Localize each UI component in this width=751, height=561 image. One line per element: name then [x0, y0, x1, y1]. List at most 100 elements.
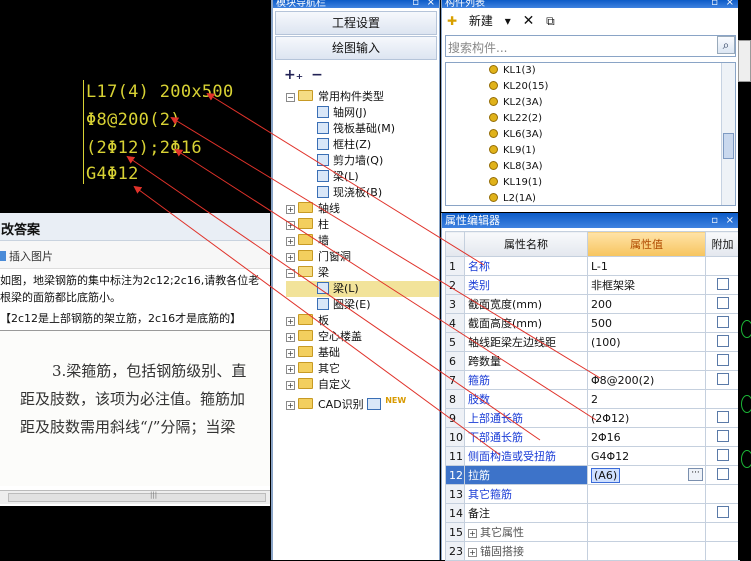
property-row-category[interactable]: 2 类别 非框架梁: [445, 275, 740, 295]
search-icon[interactable]: ⌕: [717, 36, 735, 54]
collapse-icon[interactable]: −: [286, 269, 295, 278]
ellipsis-button[interactable]: ···: [688, 468, 703, 481]
pin-icon[interactable]: ▫: [711, 213, 718, 228]
property-row-stirrup[interactable]: 7 箍筋 Φ8@200(2): [445, 370, 740, 390]
extra-checkbox[interactable]: [716, 353, 729, 366]
expand-icon[interactable]: +: [286, 381, 295, 390]
extra-checkbox[interactable]: [716, 277, 729, 290]
horizontal-scrollbar[interactable]: |||: [0, 490, 270, 504]
extra-checkbox[interactable]: [716, 315, 729, 328]
tree-node-hollow[interactable]: + 空心楼盖: [286, 329, 439, 345]
list-item[interactable]: KL8(3A): [446, 159, 735, 175]
extra-checkbox[interactable]: [716, 467, 729, 480]
tree-node-other[interactable]: + 其它: [286, 361, 439, 377]
extra-checkbox[interactable]: [716, 410, 729, 423]
collapse-icon[interactable]: −: [286, 93, 295, 102]
property-row-top-bars[interactable]: 9 上部通长筋 (2Φ12): [445, 408, 740, 428]
tree-item-shear-wall[interactable]: 剪力墙(Q): [286, 153, 439, 169]
property-group-anchorage[interactable]: 23 + 锚固搭接: [445, 541, 740, 561]
component-icon: [489, 81, 498, 90]
tree-item-slab[interactable]: 现浇板(B): [286, 185, 439, 201]
insert-image-button[interactable]: 插入图片: [9, 250, 53, 263]
scrollbar-thumb[interactable]: [723, 133, 734, 159]
extra-checkbox[interactable]: [716, 334, 729, 347]
list-item[interactable]: KL6(3A): [446, 127, 735, 143]
expand-icon[interactable]: +: [286, 205, 295, 214]
nav-title-bar: 模块导航栏 ▫ ×: [273, 0, 439, 8]
tree-node-wall[interactable]: + 墙: [286, 233, 439, 249]
property-row-bottom-bars[interactable]: 10 下部通长筋 2Φ16: [445, 427, 740, 447]
extra-checkbox[interactable]: [716, 296, 729, 309]
close-icon[interactable]: ×: [726, 0, 734, 8]
expand-icon[interactable]: +: [286, 365, 295, 374]
close-icon[interactable]: ×: [427, 0, 435, 8]
answer-line-2: 根梁的面筋都比底筋小。: [0, 291, 121, 304]
component-list-title: 构件列表: [445, 0, 485, 8]
tree-node-common[interactable]: − 常用构件类型: [286, 89, 439, 105]
property-row-legs[interactable]: 8 肢数 2: [445, 389, 740, 409]
expand-icon[interactable]: +: [286, 237, 295, 246]
extra-checkbox[interactable]: [716, 429, 729, 442]
delete-icon[interactable]: ✕: [523, 13, 535, 29]
list-item[interactable]: KL1(3): [446, 63, 735, 79]
tie-bars-value-input[interactable]: (A6): [591, 467, 621, 483]
close-icon[interactable]: ×: [726, 213, 734, 228]
property-group-other[interactable]: 15 + 其它属性: [445, 522, 740, 542]
list-item[interactable]: KL22(2): [446, 111, 735, 127]
expand-icon[interactable]: +: [286, 401, 295, 410]
expand-icon[interactable]: +: [286, 221, 295, 230]
property-row-width[interactable]: 3 截面宽度(mm) 200: [445, 294, 740, 314]
tree-item-beam[interactable]: 梁(L): [286, 169, 439, 185]
tree-node-beam[interactable]: − 梁: [286, 265, 439, 281]
project-settings-button[interactable]: 工程设置: [275, 11, 437, 35]
copy-icon[interactable]: ⧉: [546, 14, 555, 28]
collapse-all-icon[interactable]: −: [311, 67, 323, 83]
tree-node-door[interactable]: + 门窗洞: [286, 249, 439, 265]
tree-node-foundation[interactable]: + 基础: [286, 345, 439, 361]
property-row-side-bars[interactable]: 11 侧面构造或受扭筋 G4Φ12: [445, 446, 740, 466]
tree-node-axis[interactable]: + 轴线: [286, 201, 439, 217]
list-item[interactable]: KL20(15): [446, 79, 735, 95]
new-button[interactable]: ✚ 新建 ▾: [447, 14, 511, 28]
side-scroll-button[interactable]: [738, 40, 751, 82]
extra-checkbox[interactable]: [716, 372, 729, 385]
search-input[interactable]: 搜索构件...: [445, 35, 736, 57]
expand-all-icon[interactable]: +₊: [284, 67, 303, 83]
tree-node-slab[interactable]: + 板: [286, 313, 439, 329]
header-property-name: 属性名称: [464, 231, 588, 257]
list-item[interactable]: KL2(3A): [446, 95, 735, 111]
expand-icon[interactable]: +: [286, 317, 295, 326]
tree-item-axis-grid[interactable]: 轴网(J): [286, 105, 439, 121]
pin-icon[interactable]: ▫: [711, 0, 718, 8]
extra-checkbox[interactable]: [716, 448, 729, 461]
extra-checkbox[interactable]: [716, 505, 729, 518]
expand-icon[interactable]: +: [468, 548, 477, 557]
property-row-offset[interactable]: 5 轴线距梁左边线距 (100): [445, 332, 740, 352]
tree-node-cad[interactable]: + CAD识别 NEW: [286, 393, 439, 411]
tree-item-column[interactable]: 框柱(Z): [286, 137, 439, 153]
drawing-input-button[interactable]: 绘图输入: [275, 36, 437, 60]
pin-icon[interactable]: ▫: [412, 0, 419, 8]
expand-icon[interactable]: +: [286, 349, 295, 358]
expand-icon[interactable]: +: [286, 333, 295, 342]
list-item[interactable]: KL19(1): [446, 175, 735, 191]
vertical-scrollbar[interactable]: [721, 63, 735, 205]
tree-node-custom[interactable]: + 自定义: [286, 377, 439, 393]
list-item[interactable]: L2(1A): [446, 191, 735, 205]
property-row-span-count[interactable]: 6 跨数量: [445, 351, 740, 371]
property-row-height[interactable]: 4 截面高度(mm) 500: [445, 313, 740, 333]
answer-line-1: 如图，地梁钢筋的集中标注为2c12;2c16,请教各位老: [0, 274, 260, 287]
tree-item-raft[interactable]: 筏板基础(M): [286, 121, 439, 137]
expand-icon[interactable]: +: [468, 529, 477, 538]
list-item[interactable]: KL9(1): [446, 143, 735, 159]
property-row-other-stirrups[interactable]: 13 其它箍筋: [445, 484, 740, 504]
scrollbar-thumb[interactable]: [8, 493, 266, 502]
property-row-tie-bars[interactable]: 12 拉筋 (A6) ···: [445, 465, 740, 485]
property-row-remarks[interactable]: 14 备注: [445, 503, 740, 523]
tree-item-ring-beam[interactable]: 圈梁(E): [286, 297, 439, 313]
component-icon: [489, 65, 498, 74]
tree-item-beam-selected[interactable]: 梁(L): [286, 281, 439, 297]
property-row-name[interactable]: 1 名称 L-1: [445, 256, 740, 276]
expand-icon[interactable]: +: [286, 253, 295, 262]
tree-node-column[interactable]: + 柱: [286, 217, 439, 233]
